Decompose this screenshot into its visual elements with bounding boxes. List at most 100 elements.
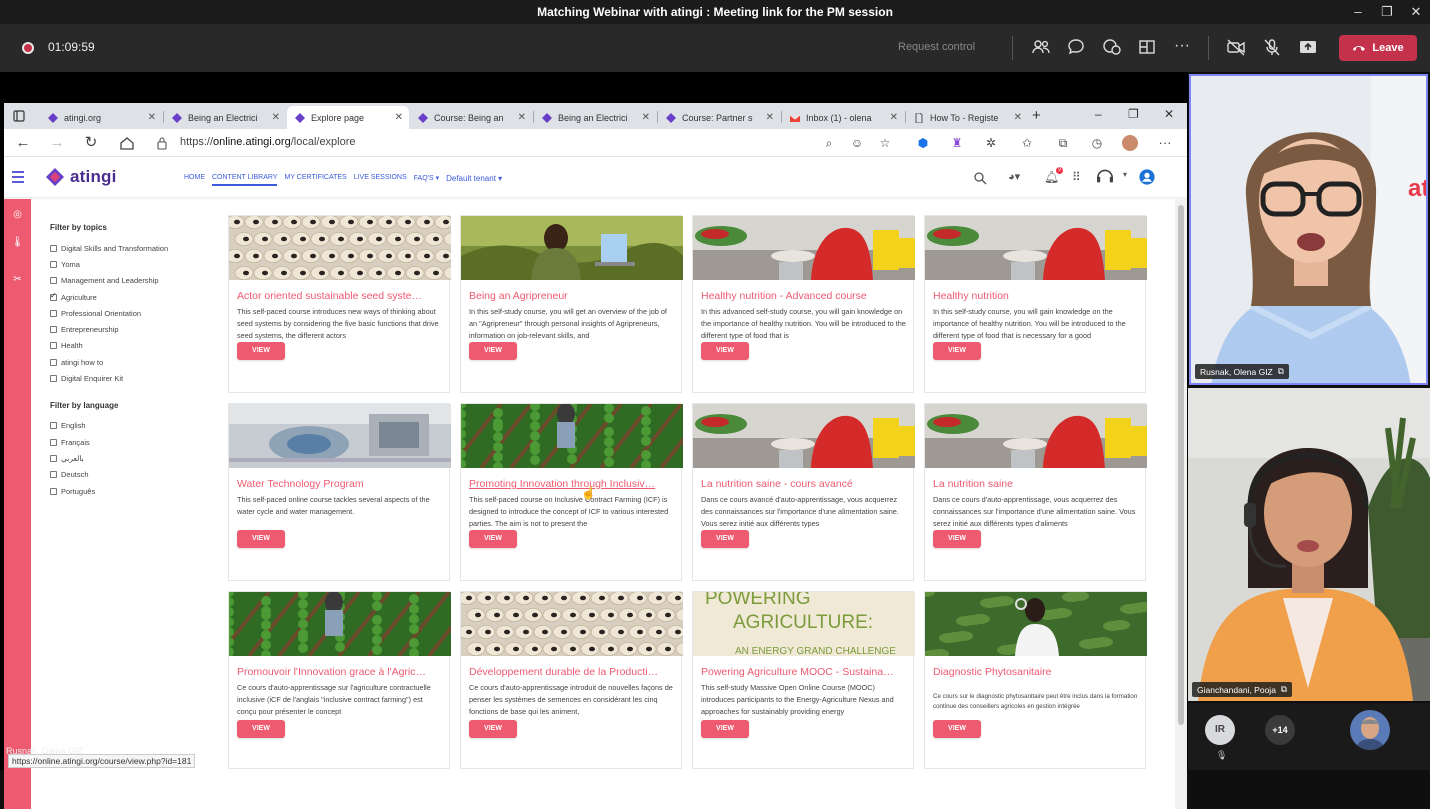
- settings-more-icon[interactable]: ···: [1156, 134, 1174, 152]
- atingi-logo[interactable]: atingi: [45, 167, 117, 187]
- video-tile-participant[interactable]: Gianchandani, Pooja ⧉: [1188, 388, 1430, 701]
- restore-icon[interactable]: ❐: [1373, 0, 1401, 24]
- topic-filter-option[interactable]: Agriculture: [50, 289, 220, 305]
- course-title[interactable]: Healthy nutrition - Advanced course: [701, 290, 907, 302]
- course-card[interactable]: Diagnostic Phytosanitaire Ce cours sur le…: [924, 591, 1147, 769]
- more-options-icon[interactable]: ···: [1174, 37, 1194, 57]
- menu-hamburger-icon[interactable]: [12, 171, 24, 186]
- tab-atingi-org[interactable]: atingi.org ✕: [40, 106, 162, 129]
- apps-grid-icon[interactable]: ⠿: [1072, 170, 1081, 186]
- tab-inbox[interactable]: Inbox (1) - olena ✕: [782, 106, 904, 129]
- support-headset-icon[interactable]: [1093, 168, 1117, 184]
- filter-checkbox[interactable]: [50, 471, 57, 479]
- menu-content-library[interactable]: CONTENT LIBRARY: [212, 174, 278, 186]
- filter-checkbox[interactable]: [50, 291, 57, 301]
- course-thumbnail[interactable]: [461, 404, 683, 468]
- topic-filter-option[interactable]: Management and Leadership: [50, 273, 220, 289]
- course-title[interactable]: Diagnostic Phytosanitaire: [933, 666, 1139, 678]
- browser-restore-icon[interactable]: ❐: [1128, 107, 1139, 121]
- view-button[interactable]: VIEW: [469, 342, 517, 360]
- home-icon[interactable]: [118, 134, 136, 152]
- tab-close-icon[interactable]: ✕: [1014, 112, 1022, 123]
- course-thumbnail[interactable]: [925, 592, 1147, 656]
- topic-filter-option[interactable]: Yoma: [50, 256, 220, 272]
- menu-my-certificates[interactable]: MY CERTIFICATES: [284, 174, 346, 186]
- scrollbar-thumb[interactable]: [1178, 205, 1184, 725]
- course-thumbnail[interactable]: [461, 592, 683, 656]
- topic-filter-option[interactable]: atingi how to: [50, 354, 220, 370]
- extension-icon[interactable]: ♜: [948, 134, 966, 152]
- mic-off-icon[interactable]: [1262, 37, 1282, 57]
- filter-checkbox[interactable]: [50, 454, 57, 462]
- browser-close-icon[interactable]: ✕: [1164, 107, 1174, 121]
- tile-menu-icon[interactable]: ⧉: [1278, 366, 1284, 377]
- course-thumbnail[interactable]: [925, 404, 1147, 468]
- course-title[interactable]: Being an Agripreneur: [469, 290, 675, 302]
- course-title[interactable]: Actor oriented sustainable seed syste…: [237, 290, 443, 302]
- course-card[interactable]: Water Technology Program This self-paced …: [228, 403, 451, 581]
- rooms-icon[interactable]: [1137, 37, 1157, 57]
- course-thumbnail[interactable]: [925, 216, 1147, 280]
- course-title[interactable]: Water Technology Program: [237, 478, 443, 490]
- course-thumbnail[interactable]: [229, 216, 451, 280]
- favorites-icon[interactable]: ✩: [1018, 134, 1036, 152]
- tab-close-icon[interactable]: ✕: [518, 112, 526, 123]
- course-thumbnail[interactable]: [229, 404, 451, 468]
- minimize-icon[interactable]: –: [1344, 0, 1372, 24]
- topic-filter-option[interactable]: Digital Enquirer Kit: [50, 370, 220, 386]
- refresh-icon[interactable]: ↻: [82, 134, 100, 152]
- chat-icon[interactable]: [1066, 37, 1086, 57]
- view-button[interactable]: VIEW: [237, 530, 285, 548]
- course-thumbnail[interactable]: [693, 404, 915, 468]
- view-button[interactable]: VIEW: [701, 342, 749, 360]
- view-button[interactable]: VIEW: [701, 530, 749, 548]
- topic-filter-option[interactable]: Digital Skills and Transformation: [50, 240, 220, 256]
- back-icon[interactable]: ←: [14, 134, 32, 152]
- topic-filter-option[interactable]: Entrepreneurship: [50, 321, 220, 337]
- course-thumbnail[interactable]: POWERING AGRICULTURE: AN ENERGY GRAND CHAL…: [693, 592, 915, 656]
- filter-checkbox[interactable]: [50, 358, 57, 366]
- course-card[interactable]: Actor oriented sustainable seed syste… Th…: [228, 215, 451, 393]
- filter-checkbox[interactable]: [50, 326, 57, 334]
- course-card[interactable]: Being an Agripreneur In this self-study c…: [460, 215, 683, 393]
- course-thumbnail[interactable]: [693, 216, 915, 280]
- support-dropdown-icon[interactable]: ▾: [1123, 170, 1127, 186]
- tab-course-partner[interactable]: Course: Partner s ✕: [658, 106, 780, 129]
- view-button[interactable]: VIEW: [933, 530, 981, 548]
- tab-course-being-an[interactable]: Course: Being an ✕: [410, 106, 532, 129]
- favorite-star-icon[interactable]: ☆: [876, 134, 894, 152]
- view-button[interactable]: VIEW: [237, 342, 285, 360]
- view-button[interactable]: VIEW: [701, 720, 749, 738]
- tab-actions-icon[interactable]: [13, 110, 25, 122]
- thermometer-icon[interactable]: 🌡︎: [11, 237, 24, 250]
- profile-avatar[interactable]: [1122, 135, 1138, 151]
- new-tab-icon[interactable]: +: [1032, 107, 1041, 124]
- filter-checkbox[interactable]: [50, 277, 57, 285]
- tile-menu-icon[interactable]: ⧉: [1281, 684, 1287, 695]
- filter-checkbox[interactable]: [50, 244, 57, 252]
- language-filter-option[interactable]: Français: [50, 434, 220, 450]
- language-globe-icon[interactable]: ◕▾: [1008, 170, 1020, 186]
- course-title[interactable]: Promoting Innovation through Inclusiv…: [469, 478, 675, 490]
- topic-filter-option[interactable]: Professional Orientation: [50, 305, 220, 321]
- course-card[interactable]: Healthy nutrition In this self-study cour…: [924, 215, 1147, 393]
- course-card[interactable]: POWERING AGRICULTURE: AN ENERGY GRAND CHAL…: [692, 591, 915, 769]
- search-icon[interactable]: [973, 170, 987, 186]
- tab-close-icon[interactable]: ✕: [766, 112, 774, 123]
- view-button[interactable]: VIEW: [469, 720, 517, 738]
- view-button[interactable]: VIEW: [469, 530, 517, 548]
- filter-checkbox[interactable]: [50, 309, 57, 317]
- tab-close-icon[interactable]: ✕: [148, 112, 156, 123]
- compass-icon[interactable]: ◎: [11, 209, 24, 222]
- request-control-button[interactable]: Request control: [898, 41, 975, 53]
- course-card[interactable]: Développement durable de la Producti… Ce …: [460, 591, 683, 769]
- tab-close-icon[interactable]: ✕: [395, 112, 403, 123]
- zoom-icon[interactable]: ⌕: [820, 134, 838, 152]
- view-button[interactable]: VIEW: [237, 720, 285, 738]
- filter-checkbox[interactable]: [50, 342, 57, 350]
- filter-checkbox[interactable]: [50, 375, 57, 383]
- browser-minimize-icon[interactable]: –: [1095, 107, 1102, 121]
- filter-checkbox[interactable]: [50, 487, 57, 495]
- language-filter-option[interactable]: Deutsch: [50, 467, 220, 483]
- participant-avatar-ir[interactable]: IR: [1205, 715, 1235, 745]
